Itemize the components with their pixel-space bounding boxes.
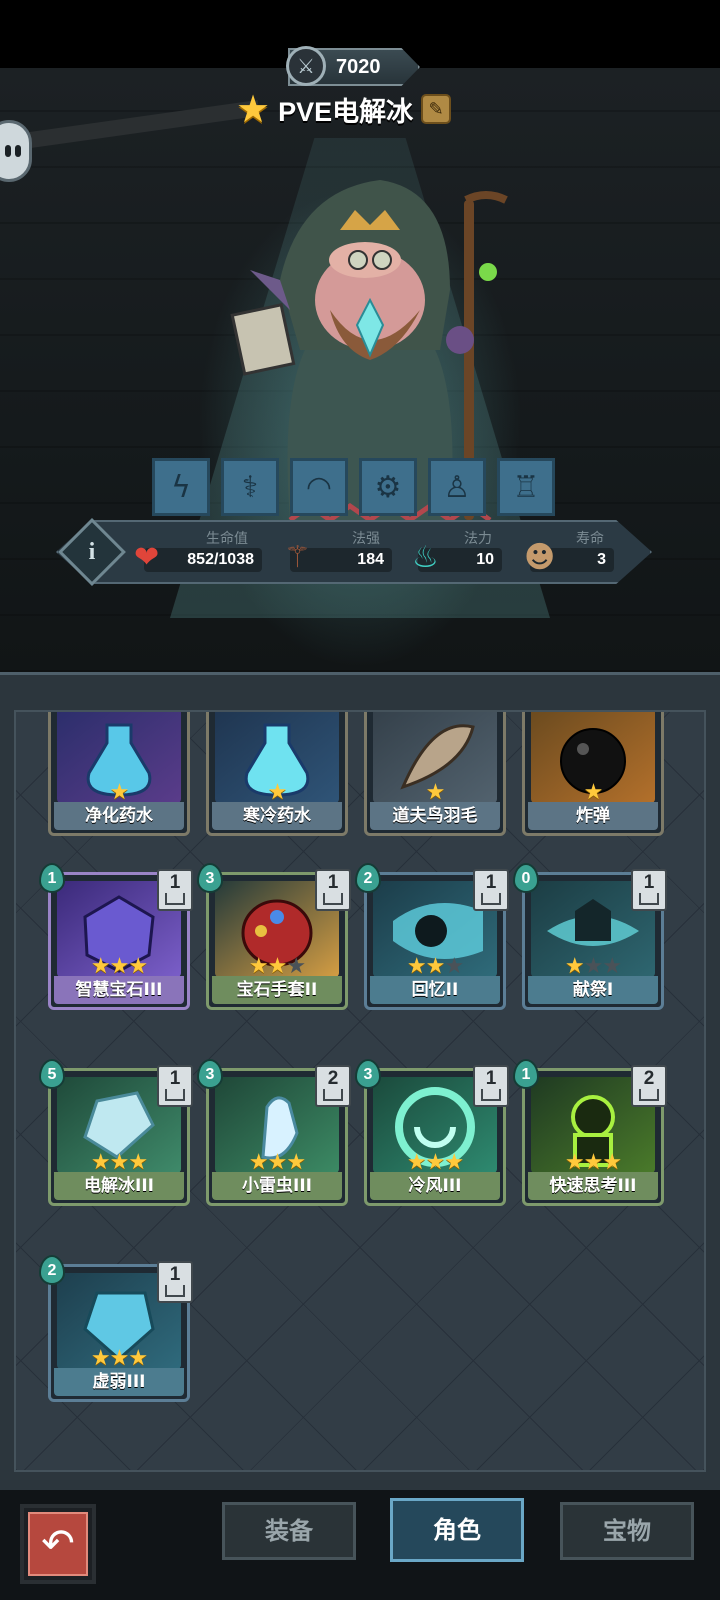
mana-cost-badge: 2 [355, 863, 381, 893]
mana-flame-icon: ♨ [412, 540, 439, 575]
hero-name: PVE电解冰 [278, 96, 414, 127]
mana-cost-badge: 3 [197, 1059, 223, 1089]
card-title: 冷风III [370, 1172, 500, 1200]
pencil-icon: ✎ [428, 98, 444, 120]
item-card[interactable]: ★★★ 快速思考III 1 2 [513, 1059, 667, 1206]
stack-count-badge: 1 [631, 869, 667, 911]
item-card[interactable]: ★★★ 冷风III 3 1 [355, 1059, 509, 1206]
sword-shield-icon: ⚔ [286, 46, 326, 86]
flex-arm-icon[interactable]: ◠ [290, 458, 348, 516]
card-title: 寒冷药水 [212, 802, 342, 830]
card-title: 道夫鸟羽毛 [370, 802, 500, 830]
stack-count-badge: 2 [631, 1065, 667, 1107]
bottom-nav: ↶ 装备 角色 宝物 [0, 1490, 720, 1600]
card-title: 电解冰III [54, 1172, 184, 1200]
mana-cost-badge: 2 [39, 1255, 65, 1285]
edit-name-button[interactable]: ✎ [421, 94, 452, 124]
item-card[interactable]: ★ 寒冷药水 [206, 712, 348, 836]
stat-mana: 法力 ♨ 10 [410, 528, 502, 578]
ceiling-pipe [0, 99, 260, 153]
power-value: 7020 [336, 55, 381, 78]
mana-cost-badge: 3 [355, 1059, 381, 1089]
item-card[interactable]: ★★★ 虚弱III 2 1 [39, 1255, 193, 1402]
stack-count-badge: 1 [157, 869, 193, 911]
info-icon: i [88, 538, 96, 565]
tab-equipment[interactable]: 装备 [222, 1502, 356, 1560]
card-title: 虚弱III [54, 1368, 184, 1396]
heart-icon: ❤ [134, 540, 160, 575]
card-title: 宝石手套II [212, 976, 342, 1004]
card-title: 炸弹 [528, 802, 658, 830]
lightning-icon[interactable]: ϟ [152, 458, 210, 516]
stack-count-badge: 1 [473, 1065, 509, 1107]
card-title: 智慧宝石III [54, 976, 184, 1004]
card-title: 回忆II [370, 976, 500, 1004]
card-title: 净化药水 [54, 802, 184, 830]
card-title: 快速思考III [528, 1172, 658, 1200]
tab-treasure[interactable]: 宝物 [560, 1502, 694, 1560]
stack-count-badge: 1 [157, 1065, 193, 1107]
stat-hp-value: 852/1038 [144, 548, 262, 572]
stack-count-badge: 1 [315, 869, 351, 911]
stat-lifespan: 寿命 ☻ 3 [522, 528, 614, 578]
gear-brain-icon[interactable]: ⚙ [359, 458, 417, 516]
staff-icon: ⚚ [284, 540, 311, 575]
item-card[interactable]: ★★★ 智慧宝石III 1 1 [39, 863, 193, 1010]
stat-hp-label: 生命值 [206, 531, 248, 547]
return-arrow-icon: ↶ [41, 1521, 75, 1567]
spear-figure-icon[interactable]: ♖ [497, 458, 555, 516]
chat-bubble-button[interactable] [0, 120, 32, 182]
item-card[interactable]: ★ 道夫鸟羽毛 [364, 712, 506, 836]
item-card[interactable]: ★★★ 小雷虫III 3 2 [197, 1059, 351, 1206]
stat-mana-label: 法力 [464, 531, 492, 547]
stat-spell-power-label: 法强 [352, 531, 380, 547]
item-card[interactable]: ★ 炸弹 [522, 712, 664, 836]
card-title: 小雷虫III [212, 1172, 342, 1200]
mana-cost-badge: 1 [39, 863, 65, 893]
item-card[interactable]: ★★★ 宝石手套II 3 1 [197, 863, 351, 1010]
mana-cost-badge: 5 [39, 1059, 65, 1089]
mana-cost-badge: 1 [513, 1059, 539, 1089]
back-button[interactable]: ↶ [20, 1504, 96, 1584]
kneel-icon[interactable]: ♙ [428, 458, 486, 516]
item-card[interactable]: ★★★ 电解冰III 5 1 [39, 1059, 193, 1206]
stack-count-badge: 1 [157, 1261, 193, 1303]
item-card[interactable]: ★ 净化药水 [48, 712, 190, 836]
stat-hp: 生命值 ❤ 852/1038 [132, 528, 262, 578]
card-grid[interactable]: ★ 净化药水 ★ 寒冷药水 ★ 道夫鸟羽毛 ★ 炸弹 ★★★ 智慧宝石III 1 1 ★★★ 宝… [14, 710, 706, 1472]
hero-name-row: ★ PVE电解冰 ✎ [236, 87, 452, 131]
item-card[interactable]: ★★★ 献祭I 0 1 [513, 863, 667, 1010]
caduceus-icon[interactable]: ⚕ [221, 458, 279, 516]
star-icon: ★ [236, 87, 271, 131]
mana-cost-badge: 3 [197, 863, 223, 893]
stat-lifespan-label: 寿命 [576, 531, 604, 547]
card-title: 献祭I [528, 976, 658, 1004]
stack-count-badge: 1 [473, 869, 509, 911]
tab-character[interactable]: 角色 [390, 1498, 524, 1562]
stat-spell-power: 法强 ⚚ 184 [282, 528, 392, 578]
item-card[interactable]: ★★★ 回忆II 2 1 [355, 863, 509, 1010]
eyes-icon [5, 145, 21, 157]
hero-portrait-icon: ☻ [524, 540, 556, 575]
mana-cost-badge: 0 [513, 863, 539, 893]
stack-count-badge: 2 [315, 1065, 351, 1107]
trait-bar: ϟ ⚕ ◠ ⚙ ♙ ♖ [152, 458, 555, 516]
